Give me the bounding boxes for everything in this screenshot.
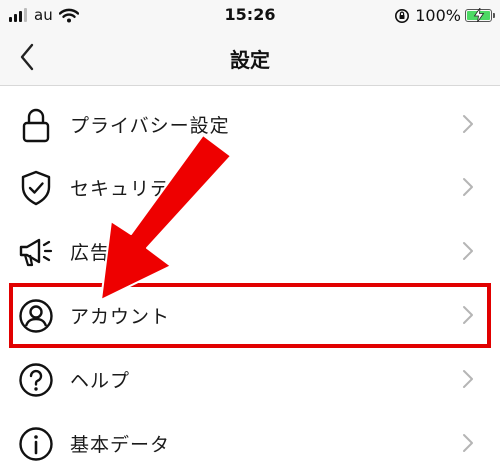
chevron-right-icon xyxy=(463,434,473,452)
navigation-bar: 設定 xyxy=(0,30,500,86)
battery-tip xyxy=(493,13,495,18)
menu-item-label: 基本データ xyxy=(70,434,171,456)
battery-percentage: 100% xyxy=(415,6,461,25)
help-circle-icon xyxy=(16,360,56,400)
menu-item-basic-data[interactable]: 基本データ xyxy=(0,411,500,475)
menu-item-help[interactable]: ヘルプ xyxy=(0,347,500,411)
chevron-right-icon xyxy=(463,178,473,196)
menu-item-label: ヘルプ xyxy=(70,370,131,392)
shield-check-icon xyxy=(16,168,56,208)
lock-icon xyxy=(16,105,56,145)
chevron-right-icon xyxy=(463,370,473,388)
info-circle-icon xyxy=(16,424,56,464)
status-bar: au 15:26 100% xyxy=(0,0,500,30)
chevron-right-icon xyxy=(463,242,473,260)
menu-item-security[interactable]: セキュリティ xyxy=(0,155,500,219)
page-title: 設定 xyxy=(230,48,270,72)
menu-item-label: 広告 xyxy=(70,242,111,264)
charging-bolt-icon xyxy=(473,8,485,22)
orientation-lock-icon xyxy=(395,8,410,23)
chevron-right-icon xyxy=(463,115,473,133)
menu-item-label: プライバシー設定 xyxy=(70,115,230,137)
megaphone-icon xyxy=(16,232,56,272)
battery-icon xyxy=(465,8,495,22)
highlight-box xyxy=(9,283,491,348)
menu-item-privacy[interactable]: プライバシー設定 xyxy=(0,92,500,156)
settings-screen: au 15:26 100% 設定 プライバシー設定 セキュリティ 広告 アカウン… xyxy=(0,0,500,476)
status-right: 100% xyxy=(394,6,495,25)
menu-item-label: セキュリティ xyxy=(70,178,189,200)
menu-item-ads[interactable]: 広告 xyxy=(0,219,500,283)
